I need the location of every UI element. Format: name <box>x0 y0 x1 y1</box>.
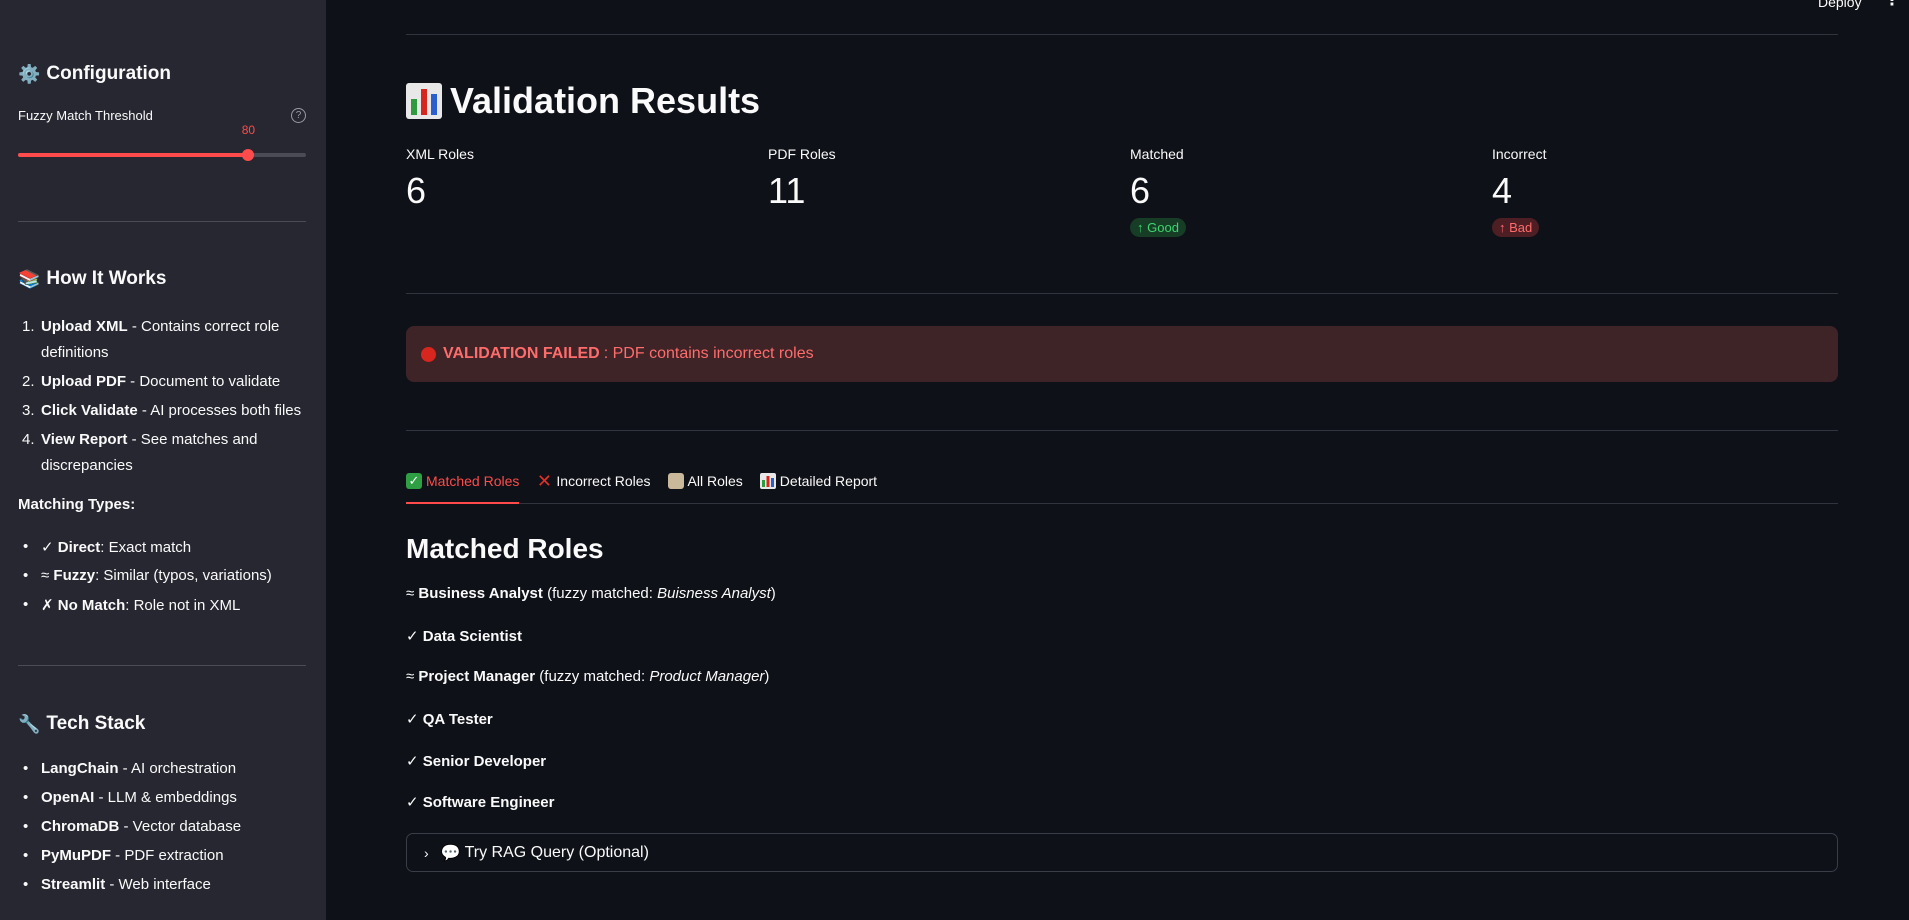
chevron-right-icon: › <box>424 844 429 861</box>
step-item: 1. Upload XML - Contains correct role def… <box>22 318 280 361</box>
slider-control[interactable]: 80 <box>18 123 306 163</box>
tech-item: • ChromaDB - Vector database <box>23 818 242 835</box>
config-heading: ⚙️ Configuration <box>18 63 171 85</box>
metric-value: 6 <box>406 170 427 211</box>
books-icon: 📚 <box>18 268 41 289</box>
check-icon: ✓ <box>406 473 422 489</box>
main-divider <box>406 34 1838 35</box>
wrench-icon: 🔧 <box>18 713 41 734</box>
tech-item: • PyMuPDF - PDF extraction <box>23 847 224 864</box>
steps-list: 1. Upload XML - Contains correct role def… <box>18 314 308 482</box>
main-menu-icon[interactable]: ⋮ <box>1884 0 1900 9</box>
slider-label-row: Fuzzy Match Threshold ? <box>18 108 306 123</box>
metric-label: PDF Roles <box>768 146 836 162</box>
main-divider <box>406 430 1838 431</box>
tab-detailed-report[interactable]: Detailed Report <box>759 466 877 504</box>
matching-list: • ✓ Direct: Exact match • ≈ Fuzzy: Similar… <box>18 538 272 625</box>
page-title-text: Validation Results <box>450 80 761 121</box>
sidebar-divider <box>18 221 306 222</box>
results-tabs: ✓ Matched Roles ✕ Incorrect Roles All Ro… <box>406 466 1838 504</box>
section-title: Matched Roles <box>406 533 604 564</box>
metric-delta-bad: ↑ Bad <box>1492 218 1540 237</box>
matching-item: • ✗ No Match: Role not in XML <box>23 596 241 614</box>
step-item: 3. Click Validate - AI processes both fil… <box>22 402 302 419</box>
slider-value: 80 <box>241 123 256 137</box>
how-title: How It Works <box>46 268 167 289</box>
metric-value: 11 <box>768 170 806 211</box>
gear-icon: ⚙️ <box>18 63 41 84</box>
metric-xml-roles: XML Roles 6 <box>406 146 474 212</box>
tech-item: • OpenAI - LLM & embeddings <box>23 789 237 806</box>
speech-bubble-icon: 💬 <box>440 844 461 862</box>
matched-role-item: ≈ Project Manager (fuzzy matched: Produc… <box>406 668 770 685</box>
tech-item: • LangChain - AI orchestration <box>23 760 237 777</box>
tab-matched-roles[interactable]: ✓ Matched Roles <box>406 466 520 504</box>
bar-chart-icon <box>406 83 442 119</box>
tech-item: • Streamlit - Web interface <box>23 876 211 893</box>
arrow-up-icon: ↑ <box>1499 220 1506 235</box>
metric-label: Incorrect <box>1492 146 1547 162</box>
tech-heading: 🔧 Tech Stack <box>18 713 145 735</box>
matched-role-item: ≈ Business Analyst (fuzzy matched: Buisn… <box>406 585 776 602</box>
metric-pdf-roles: PDF Roles 11 <box>768 146 836 212</box>
alert-text: : PDF contains incorrect roles <box>603 345 814 362</box>
matched-role-item: ✓ Software Engineer <box>406 794 555 811</box>
red-circle-icon <box>421 346 436 362</box>
threshold-slider[interactable]: Fuzzy Match Threshold ? 80 <box>18 108 306 163</box>
arrow-up-icon: ↑ <box>1137 220 1144 235</box>
deploy-button[interactable]: Deploy <box>1818 0 1862 10</box>
metric-matched: Matched 6 ↑ Good <box>1130 146 1186 237</box>
metric-value: 6 <box>1130 170 1151 211</box>
config-title: Configuration <box>46 63 171 84</box>
expander-label: Try RAG Query (Optional) <box>464 843 649 861</box>
page-title: Validation Results <box>406 80 760 122</box>
clipboard-icon <box>667 473 684 489</box>
metric-incorrect: Incorrect 4 ↑ Bad <box>1492 146 1546 237</box>
matching-item: • ✓ Direct: Exact match <box>23 538 192 556</box>
tech-list: • LangChain - AI orchestration • OpenAI - … <box>18 760 241 905</box>
metric-label: XML Roles <box>406 146 474 162</box>
matched-role-item: ✓ QA Tester <box>406 711 493 728</box>
matching-title: Matching Types: <box>18 496 136 513</box>
matching-item: • ≈ Fuzzy: Similar (typos, variations) <box>23 567 272 584</box>
validation-alert: VALIDATION FAILED: PDF contains incorrec… <box>406 326 1838 382</box>
metric-label: Matched <box>1130 146 1184 162</box>
step-item: 2. Upload PDF - Document to validate <box>22 373 281 390</box>
matched-role-item: ✓ Data Scientist <box>406 628 522 645</box>
step-item: 4. View Report - See matches and discrepa… <box>22 431 258 474</box>
sidebar: ⚙️ Configuration Fuzzy Match Threshold ?… <box>0 0 326 920</box>
rag-query-expander[interactable]: › 💬 Try RAG Query (Optional) <box>406 833 1838 872</box>
slider-thumb[interactable] <box>242 149 255 161</box>
tab-incorrect-roles[interactable]: ✕ Incorrect Roles <box>536 466 651 504</box>
alert-bold: VALIDATION FAILED <box>443 345 600 362</box>
help-icon[interactable]: ? <box>291 108 306 123</box>
bar-chart-icon <box>759 473 776 489</box>
sidebar-divider <box>18 665 306 666</box>
metric-delta-good: ↑ Good <box>1130 218 1186 237</box>
matched-role-item: ✓ Senior Developer <box>406 753 547 770</box>
cross-icon: ✕ <box>536 470 552 491</box>
slider-fill <box>18 153 249 157</box>
tech-title: Tech Stack <box>46 713 146 734</box>
metric-value: 4 <box>1492 170 1513 211</box>
tab-all-roles[interactable]: All Roles <box>667 466 743 504</box>
main-divider <box>406 293 1838 294</box>
slider-label: Fuzzy Match Threshold <box>18 108 153 123</box>
how-heading: 📚 How It Works <box>18 268 166 290</box>
